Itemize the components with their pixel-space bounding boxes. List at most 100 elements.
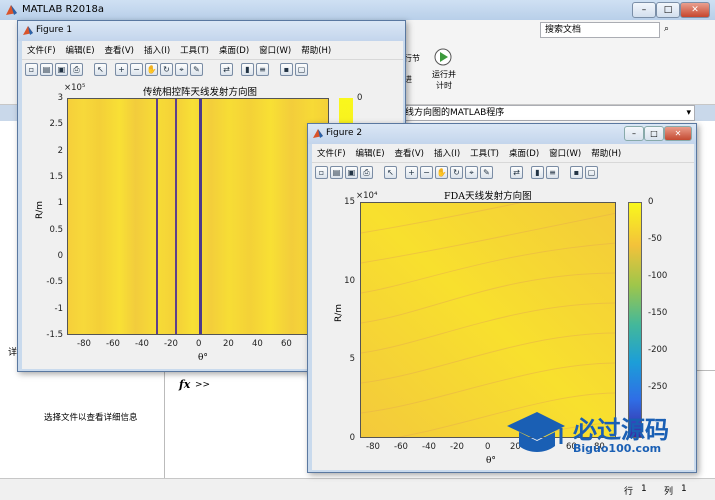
- menu-tools[interactable]: 工具(T): [175, 41, 214, 59]
- brush-icon[interactable]: ✎: [480, 166, 493, 179]
- x-tick: 0: [196, 339, 202, 349]
- menu-view[interactable]: 查看(V): [100, 41, 139, 59]
- menu-help[interactable]: 帮助(H): [296, 41, 336, 59]
- details-pane: 选择文件以查看详细信息: [0, 370, 165, 478]
- hide-tools-icon[interactable]: ▪: [570, 166, 583, 179]
- run-section-label[interactable]: 行节: [404, 53, 420, 64]
- figure-1-exponent: ×10⁵: [64, 83, 86, 93]
- fx-icon[interactable]: fx: [179, 378, 190, 391]
- y-tick: 5: [349, 354, 355, 364]
- menu-help[interactable]: 帮助(H): [586, 144, 626, 162]
- zoom-out-icon[interactable]: −: [420, 166, 433, 179]
- menu-file[interactable]: 文件(F): [312, 144, 351, 162]
- figure-2-colorbar[interactable]: [628, 202, 642, 438]
- menu-edit[interactable]: 编辑(E): [351, 144, 390, 162]
- save-icon[interactable]: ▣: [345, 166, 358, 179]
- menu-window[interactable]: 窗口(W): [544, 144, 586, 162]
- matlab-title-bar: MATLAB R2018a – □ ✕: [0, 0, 715, 20]
- figure-1-title: Figure 1: [36, 25, 73, 35]
- search-documentation-input[interactable]: 搜索文档: [540, 22, 660, 38]
- row-label: 行: [624, 487, 634, 497]
- y-tick: 10: [344, 276, 355, 286]
- current-folder-path[interactable]: 线方向图的MATLAB程序 ▾: [400, 105, 695, 121]
- details-hint: 选择文件以查看详细信息: [44, 413, 138, 423]
- figure-1-title-bar[interactable]: Figure 1: [18, 21, 405, 41]
- figure-2-exponent: ×10⁴: [356, 191, 378, 201]
- menu-desktop[interactable]: 桌面(D): [504, 144, 544, 162]
- zoom-in-icon[interactable]: +: [405, 166, 418, 179]
- new-figure-icon[interactable]: ▫: [25, 63, 38, 76]
- x-tick: -80: [366, 442, 380, 452]
- y-tick: -1: [54, 304, 63, 314]
- path-text: 线方向图的MATLAB程序: [405, 108, 505, 118]
- colorbar-tick: -100: [648, 271, 668, 281]
- figure-2-xlabel: θ°: [486, 456, 496, 466]
- dock-icon[interactable]: ▢: [585, 166, 598, 179]
- figure-2-close-button[interactable]: ✕: [664, 126, 692, 141]
- rotate-icon[interactable]: ↻: [450, 166, 463, 179]
- menu-file[interactable]: 文件(F): [22, 41, 61, 59]
- colorbar-tick: -50: [648, 234, 662, 244]
- rotate-icon[interactable]: ↻: [160, 63, 173, 76]
- x-tick: 40: [252, 339, 263, 349]
- y-tick: 3: [57, 93, 63, 103]
- graduation-cap-icon: [507, 412, 565, 452]
- pan-icon[interactable]: ✋: [145, 63, 158, 76]
- close-button[interactable]: ✕: [680, 2, 710, 18]
- figure-2-title-bar[interactable]: Figure 2 – □ ✕: [308, 124, 696, 144]
- menu-insert[interactable]: 插入(I): [429, 144, 465, 162]
- x-tick: -20: [164, 339, 178, 349]
- maximize-button[interactable]: □: [656, 2, 680, 18]
- x-tick: -60: [106, 339, 120, 349]
- figure-2-title: Figure 2: [326, 128, 363, 138]
- run-and-time-label[interactable]: 运行并 计时: [430, 69, 458, 91]
- pan-icon[interactable]: ✋: [435, 166, 448, 179]
- minimize-button[interactable]: –: [632, 2, 656, 18]
- matlab-logo-icon: [23, 26, 33, 35]
- colorbar-toggle-icon[interactable]: ▮: [241, 63, 254, 76]
- hide-tools-icon[interactable]: ▪: [280, 63, 293, 76]
- run-and-time-icon[interactable]: [433, 47, 453, 67]
- colorbar-toggle-icon[interactable]: ▮: [531, 166, 544, 179]
- legend-toggle-icon[interactable]: ≡: [546, 166, 559, 179]
- data-cursor-icon[interactable]: ⌖: [465, 166, 478, 179]
- menu-insert[interactable]: 插入(I): [139, 41, 175, 59]
- figure-2-yticks: 15 10 5 0: [334, 197, 358, 443]
- figure-1-null-line-2: [175, 99, 177, 334]
- figure-2-axes[interactable]: [360, 202, 616, 438]
- link-plot-icon[interactable]: ⇄: [220, 63, 233, 76]
- link-plot-icon[interactable]: ⇄: [510, 166, 523, 179]
- menu-desktop[interactable]: 桌面(D): [214, 41, 254, 59]
- print-icon[interactable]: ⎙: [70, 63, 83, 76]
- menu-window[interactable]: 窗口(W): [254, 41, 296, 59]
- command-prompt: >>: [195, 380, 211, 390]
- menu-edit[interactable]: 编辑(E): [61, 41, 100, 59]
- brush-icon[interactable]: ✎: [190, 63, 203, 76]
- figure-2-menu-bar: 文件(F) 编辑(E) 查看(V) 插入(I) 工具(T) 桌面(D) 窗口(W…: [312, 144, 694, 162]
- search-icon[interactable]: ⌕: [664, 24, 669, 34]
- menu-tools[interactable]: 工具(T): [465, 144, 504, 162]
- x-tick: -60: [394, 442, 408, 452]
- figure-2-minimize-button[interactable]: –: [624, 126, 644, 141]
- dock-icon[interactable]: ▢: [295, 63, 308, 76]
- x-tick: -40: [422, 442, 436, 452]
- y-tick: 2: [57, 146, 63, 156]
- zoom-out-icon[interactable]: −: [130, 63, 143, 76]
- open-file-icon[interactable]: ▤: [330, 166, 343, 179]
- pointer-icon[interactable]: ↖: [94, 63, 107, 76]
- save-icon[interactable]: ▣: [55, 63, 68, 76]
- zoom-in-icon[interactable]: +: [115, 63, 128, 76]
- open-file-icon[interactable]: ▤: [40, 63, 53, 76]
- detail-header: 详: [8, 348, 18, 358]
- figure-1-axes[interactable]: [67, 98, 329, 335]
- watermark: 必过源码 Biguo100.com: [505, 408, 710, 463]
- new-figure-icon[interactable]: ▫: [315, 166, 328, 179]
- pointer-icon[interactable]: ↖: [384, 166, 397, 179]
- chevron-down-icon[interactable]: ▾: [686, 106, 691, 120]
- figure-2-maximize-button[interactable]: □: [644, 126, 664, 141]
- legend-toggle-icon[interactable]: ≡: [256, 63, 269, 76]
- menu-view[interactable]: 查看(V): [390, 144, 429, 162]
- print-icon[interactable]: ⎙: [360, 166, 373, 179]
- data-cursor-icon[interactable]: ⌖: [175, 63, 188, 76]
- figure-1-xlabel: θ°: [198, 353, 208, 363]
